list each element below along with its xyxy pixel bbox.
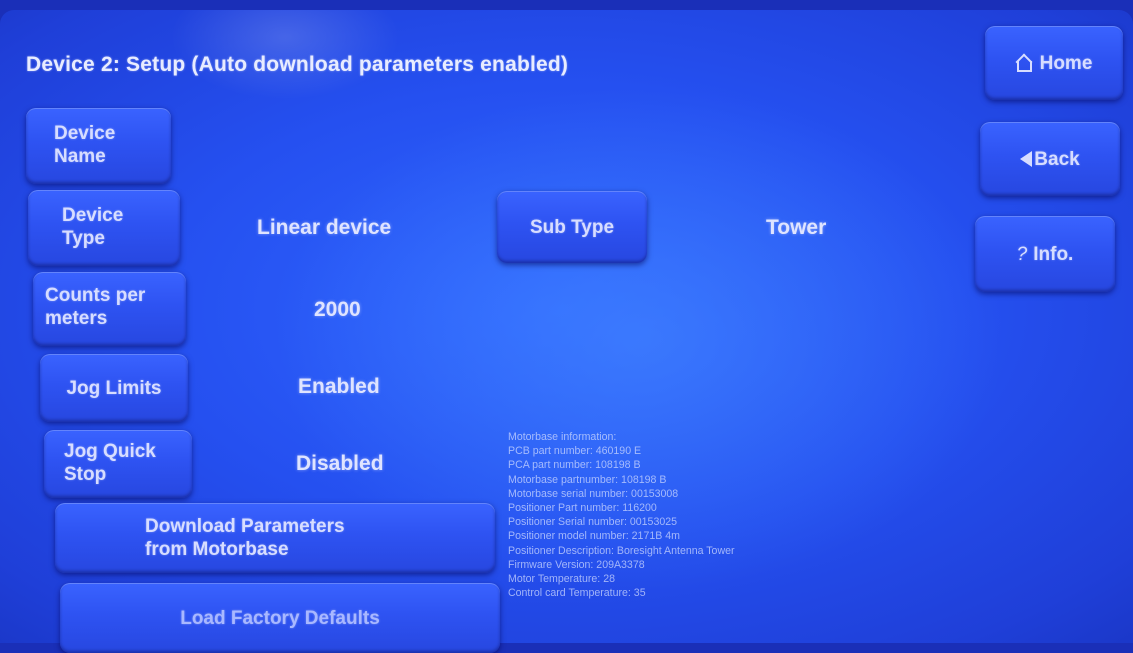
info-line: Firmware Version: 209A3378 — [508, 558, 645, 571]
home-button[interactable]: Home — [985, 26, 1123, 100]
back-button-label: Back — [1034, 148, 1080, 170]
load-factory-defaults-label: Load Factory Defaults — [180, 607, 380, 629]
home-icon — [1016, 55, 1032, 72]
counts-label-line2: meters — [45, 308, 108, 329]
home-button-label: Home — [1039, 52, 1093, 74]
question-mark-icon: ? — [1016, 243, 1028, 265]
info-line: Motorbase information: — [508, 431, 617, 443]
info-button-label: Info. — [1033, 243, 1074, 265]
device-type-value: Linear device — [257, 216, 392, 239]
info-line: Motorbase serial number: 00153008 — [508, 487, 679, 500]
motorbase-info-panel: Motorbase information: PCB part number: … — [508, 430, 848, 600]
page-title: Device 2: Setup (Auto download parameter… — [26, 53, 569, 76]
device-type-label-line1: Device — [62, 205, 124, 226]
sub-type-label: Sub Type — [529, 216, 615, 238]
info-line: PCB part number: 460190 E — [508, 445, 642, 458]
sub-type-button[interactable]: Sub Type — [497, 191, 647, 263]
info-line: Positioner Part number: 116200 — [508, 502, 657, 515]
info-line: Positioner model number: 2171B 4m — [508, 530, 680, 543]
jog-limits-value: Enabled — [298, 375, 380, 398]
back-button[interactable]: Back — [980, 122, 1120, 196]
download-label-line1: Download Parameters — [145, 516, 345, 537]
sub-type-value: Tower — [766, 216, 827, 239]
device-name-label-line1: Device — [54, 123, 116, 144]
device-name-button[interactable]: Device Name — [26, 108, 171, 184]
jog-limits-button[interactable]: Jog Limits — [40, 354, 188, 422]
jog-quick-stop-value: Disabled — [296, 452, 384, 475]
jog-quick-stop-label-line1: Jog Quick — [64, 441, 156, 462]
device-type-label-line2: Type — [62, 228, 105, 249]
counts-per-meters-value: 2000 — [314, 298, 361, 321]
jog-limits-label: Jog Limits — [66, 377, 162, 399]
info-line: Positioner Description: Boresight Antenn… — [508, 544, 735, 557]
info-line: Motorbase partnumber: 108198 B — [508, 473, 667, 486]
jog-quick-stop-label-line2: Stop — [64, 464, 107, 485]
counts-per-meters-button[interactable]: Counts per meters — [33, 272, 186, 346]
info-line: Control card Temperature: 35 — [508, 587, 646, 600]
info-line: PCA part number: 108198 B — [508, 459, 641, 472]
download-parameters-button[interactable]: Download Parameters from Motorbase — [55, 503, 495, 573]
info-line: Motor Temperature: 28 — [508, 573, 615, 586]
device-name-label-line2: Name — [54, 146, 106, 167]
device-type-button[interactable]: Device Type — [28, 190, 180, 266]
info-line: Positioner Serial number: 00153025 — [508, 516, 678, 529]
back-arrow-icon — [1020, 151, 1033, 167]
info-button[interactable]: ? Info. — [975, 216, 1115, 292]
jog-quick-stop-button[interactable]: Jog Quick Stop — [44, 430, 192, 498]
counts-label-line1: Counts per — [45, 285, 146, 306]
download-label-line2: from Motorbase — [145, 539, 289, 560]
